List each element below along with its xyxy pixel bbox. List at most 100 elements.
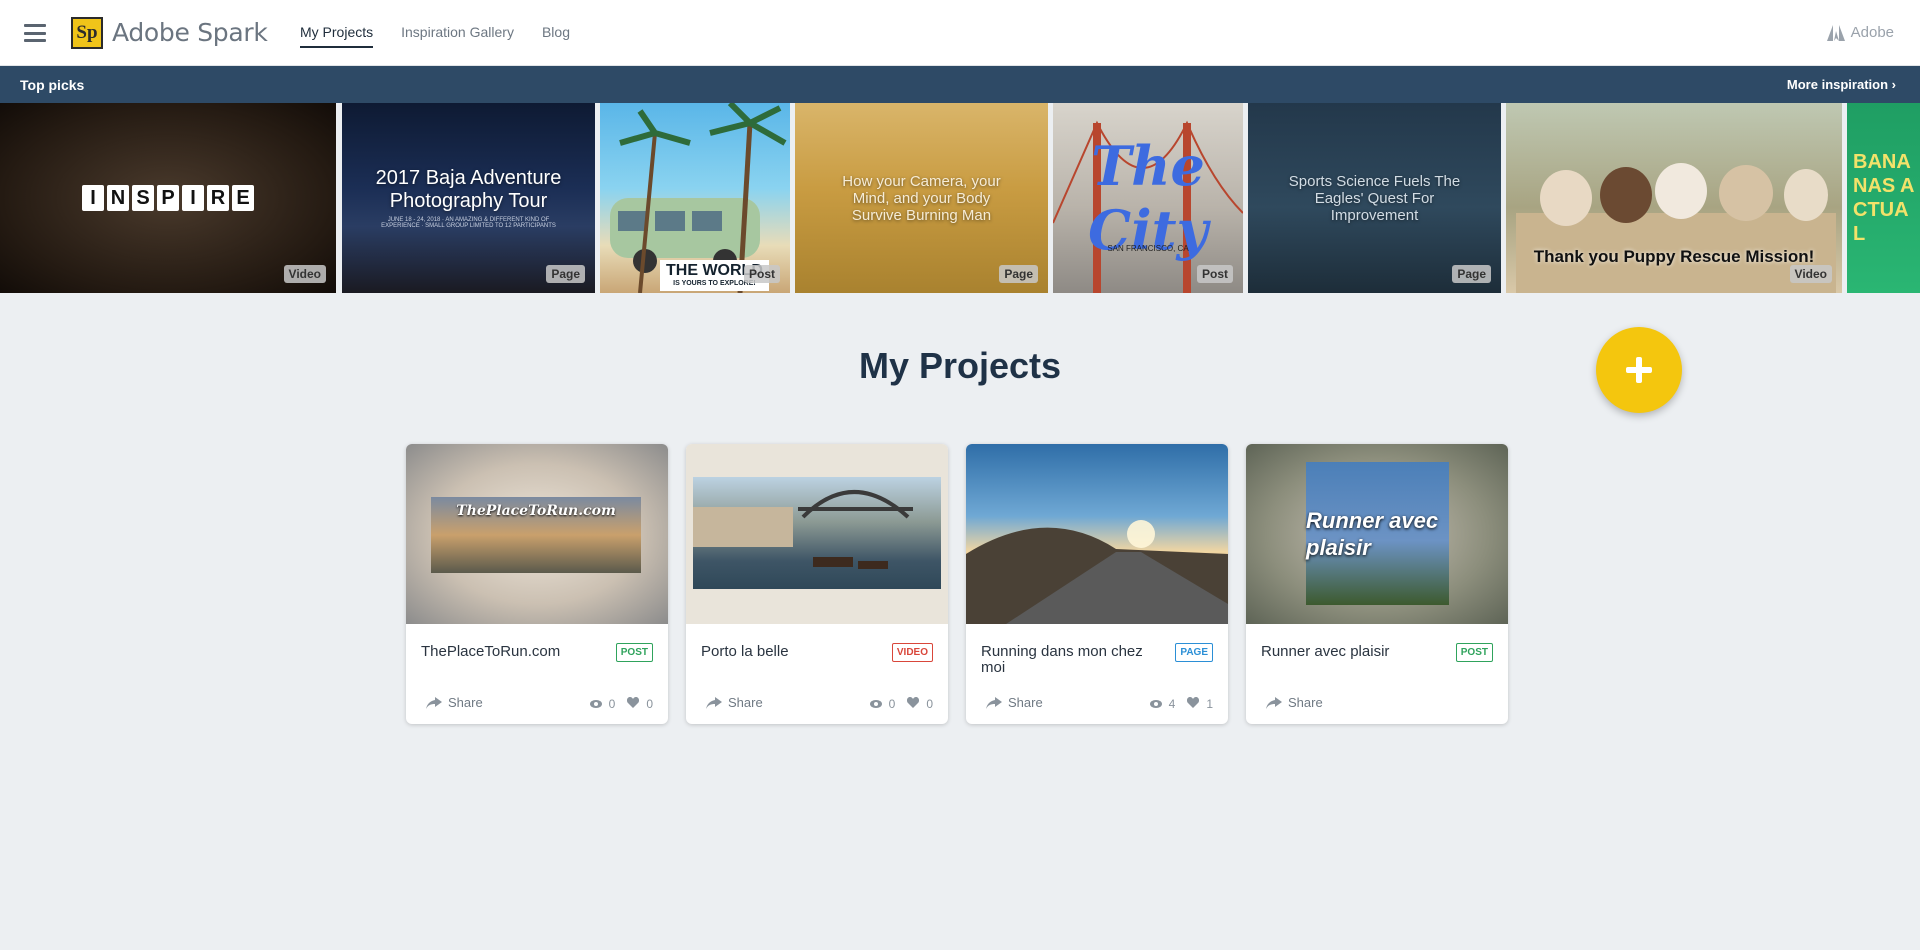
- share-label: Share: [728, 695, 763, 710]
- tile-title: BANANAS ACTUAL: [1853, 151, 1915, 245]
- create-project-button[interactable]: [1596, 327, 1682, 413]
- tile-type-badge: Post: [743, 265, 780, 283]
- share-icon: [986, 696, 1002, 709]
- top-picks-carousel[interactable]: I N S P I R E Video 2017 Baja Adventure …: [0, 103, 1920, 293]
- share-label: Share: [1288, 695, 1323, 710]
- share-icon: [1266, 696, 1282, 709]
- eye-icon: [869, 697, 882, 711]
- top-picks-bar: Top picks More inspiration ›: [0, 66, 1920, 103]
- heart-icon: [627, 697, 640, 711]
- thumbnail-image: ThePlaceToRun.com: [431, 497, 641, 573]
- inspire-letters: I N S P I R E: [82, 185, 254, 211]
- tile-title: 2017 Baja Adventure Photography Tour: [375, 167, 562, 212]
- pick-tile-the-city[interactable]: The City SAN FRANCISCO, CA Post: [1053, 103, 1243, 293]
- share-label: Share: [1008, 695, 1043, 710]
- thumbnail-text: Runner avec plaisir: [1306, 507, 1439, 560]
- likes-count: 1: [1206, 697, 1213, 711]
- share-label: Share: [448, 695, 483, 710]
- share-button[interactable]: Share: [986, 695, 1043, 710]
- more-inspiration-link[interactable]: More inspiration ›: [1787, 77, 1896, 92]
- adobe-brand[interactable]: Adobe: [1826, 24, 1894, 41]
- project-type-badge: VIDEO: [891, 643, 933, 662]
- tile-title: How your Camera, your Mind, and your Bod…: [842, 172, 1001, 224]
- pick-tile-inspire[interactable]: I N S P I R E Video: [0, 103, 336, 293]
- inspire-letter: N: [107, 185, 129, 211]
- project-thumbnail[interactable]: [966, 444, 1228, 624]
- project-name[interactable]: Runner avec plaisir: [1261, 644, 1431, 660]
- views-count: 0: [888, 697, 896, 711]
- adobe-logo-icon: [1826, 24, 1845, 41]
- more-inspiration-label: More inspiration: [1786, 77, 1889, 92]
- tile-subtitle: JUNE 18 - 24, 2018 · AN AMAZING & DIFFER…: [381, 217, 556, 229]
- tile-title: Sports Science Fuels The Eagles' Quest F…: [1288, 172, 1461, 224]
- tile-title: Thank you Puppy Rescue Mission!: [1533, 247, 1815, 266]
- likes-count: 0: [646, 697, 653, 711]
- pick-tile-puppy-rescue[interactable]: Thank you Puppy Rescue Mission! Video: [1506, 103, 1842, 293]
- pick-tile-eagles[interactable]: Sports Science Fuels The Eagles' Quest F…: [1248, 103, 1501, 293]
- project-thumbnail[interactable]: ThePlaceToRun.com: [406, 444, 668, 624]
- nav-inspiration-gallery[interactable]: Inspiration Gallery: [401, 24, 514, 48]
- project-stats: 4 1: [1149, 697, 1213, 711]
- pick-tile-the-world[interactable]: THE WORLD IS YOURS TO EXPLORE! Post: [600, 103, 790, 293]
- share-icon: [706, 696, 722, 709]
- inspire-letter: I: [182, 185, 204, 211]
- app-header: Sp Adobe Spark My Projects Inspiration G…: [0, 0, 1920, 66]
- adobe-brand-label: Adobe: [1850, 24, 1894, 41]
- share-button[interactable]: Share: [1266, 695, 1323, 710]
- tile-type-badge: Post: [1196, 265, 1233, 283]
- project-card[interactable]: Runner avec plaisir Runner avec plaisir …: [1246, 444, 1508, 724]
- eye-icon: [589, 697, 602, 711]
- adobe-spark-logo-icon[interactable]: Sp: [71, 17, 103, 49]
- road-sunset-illustration: [966, 520, 1228, 624]
- chevron-right-icon: ›: [1891, 77, 1896, 92]
- eye-icon: [1149, 697, 1162, 711]
- project-stats: 0 0: [589, 697, 653, 711]
- tile-title: The City: [1088, 134, 1208, 262]
- tile-type-badge: Video: [283, 265, 326, 283]
- porto-bridge-illustration: [693, 490, 913, 569]
- project-thumbnail[interactable]: [686, 444, 948, 624]
- plus-icon: [1626, 357, 1652, 383]
- project-name[interactable]: Running dans mon chez moi: [981, 644, 1151, 676]
- menu-icon[interactable]: [24, 24, 46, 42]
- project-type-badge: POST: [615, 643, 653, 662]
- share-icon: [426, 696, 442, 709]
- inspire-letter: R: [207, 185, 229, 211]
- thumbnail-image: Runner avec plaisir: [1306, 462, 1449, 605]
- views-count: 0: [608, 697, 616, 711]
- thumbnail-image: [693, 477, 941, 589]
- heart-icon: [1187, 697, 1200, 711]
- share-button[interactable]: Share: [426, 695, 483, 710]
- inspire-letter: P: [157, 185, 179, 211]
- nav-blog[interactable]: Blog: [542, 24, 570, 48]
- project-thumbnail[interactable]: Runner avec plaisir: [1246, 444, 1508, 624]
- inspire-letter: E: [232, 185, 254, 211]
- project-type-badge: PAGE: [1175, 643, 1213, 662]
- project-card[interactable]: ThePlaceToRun.com ThePlaceToRun.com POST…: [406, 444, 668, 724]
- tile-type-badge: Page: [999, 265, 1038, 283]
- main-nav: My Projects Inspiration Gallery Blog: [300, 24, 570, 48]
- likes-count: 0: [926, 697, 933, 711]
- views-count: 4: [1168, 697, 1176, 711]
- pick-tile-burning-man[interactable]: How your Camera, your Mind, and your Bod…: [795, 103, 1048, 293]
- app-title[interactable]: Adobe Spark: [112, 18, 268, 47]
- thumbnail-text: ThePlaceToRun.com: [456, 503, 616, 519]
- heart-icon: [907, 697, 920, 711]
- pick-tile-bananas[interactable]: BANANAS ACTUAL: [1847, 103, 1920, 293]
- top-picks-title: Top picks: [20, 76, 85, 93]
- share-button[interactable]: Share: [706, 695, 763, 710]
- tile-type-badge: Page: [546, 265, 585, 283]
- project-card[interactable]: Porto la belle VIDEO Share 0 0: [686, 444, 948, 724]
- tile-subtitle: SAN FRANCISCO, CA: [1107, 244, 1189, 253]
- inspire-letter: I: [82, 185, 104, 211]
- project-stats: 0 0: [869, 697, 933, 711]
- project-name[interactable]: ThePlaceToRun.com: [421, 644, 591, 660]
- nav-my-projects[interactable]: My Projects: [300, 24, 374, 48]
- project-card[interactable]: Running dans mon chez moi PAGE Share 4 1: [966, 444, 1228, 724]
- tile-type-badge: Page: [1452, 265, 1491, 283]
- project-name[interactable]: Porto la belle: [701, 644, 871, 660]
- pick-tile-baja[interactable]: 2017 Baja Adventure Photography Tour JUN…: [342, 103, 595, 293]
- inspire-letter: S: [132, 185, 154, 211]
- project-type-badge: POST: [1455, 643, 1493, 662]
- tile-type-badge: Video: [1789, 265, 1832, 283]
